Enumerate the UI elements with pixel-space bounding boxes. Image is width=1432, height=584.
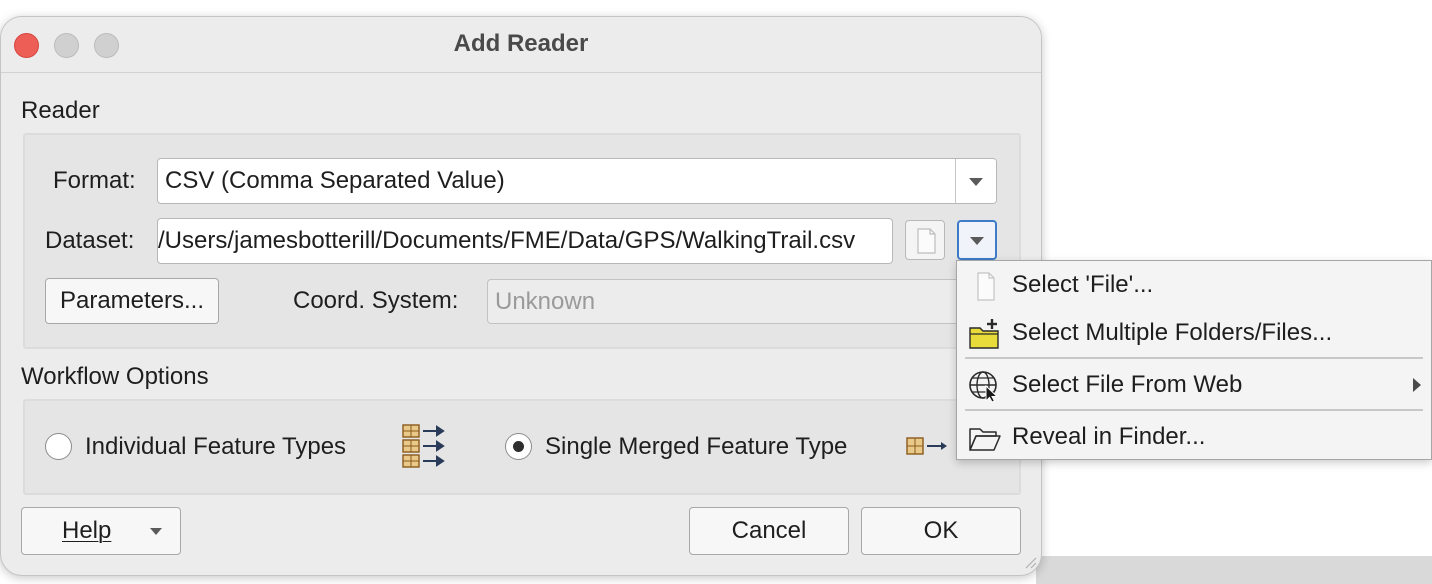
menu-separator xyxy=(965,409,1423,411)
dataset-value: /Users/jamesbotterill/Documents/FME/Data… xyxy=(158,227,856,254)
format-combobox[interactable]: CSV (Comma Separated Value) xyxy=(157,158,997,204)
blank-file-icon xyxy=(917,228,936,254)
format-label: Format: xyxy=(53,167,136,194)
individual-feature-types-radio[interactable] xyxy=(45,433,72,460)
add-reader-dialog: Add Reader Reader Format: CSV (Comma Sep… xyxy=(0,16,1042,576)
menu-item-label: Select Multiple Folders/Files... xyxy=(1012,319,1333,346)
submenu-arrow-icon xyxy=(1413,378,1421,392)
chevron-down-icon xyxy=(150,528,162,535)
workflow-options-label: Workflow Options xyxy=(21,363,209,390)
menu-item-label: Reveal in Finder... xyxy=(1012,423,1206,450)
folder-add-icon xyxy=(969,319,999,349)
coord-system-value: Unknown xyxy=(495,288,596,315)
blank-file-icon xyxy=(977,272,995,301)
coord-system-label: Coord. System: xyxy=(293,287,459,314)
individual-feature-types-label: Individual Feature Types xyxy=(85,433,347,460)
chevron-down-icon xyxy=(969,178,983,186)
menu-item-label: Select File From Web xyxy=(1012,371,1243,398)
desktop-background xyxy=(1036,556,1432,584)
help-button-label: Help xyxy=(62,517,112,544)
title-bar: Add Reader xyxy=(1,17,1041,73)
menu-separator xyxy=(965,357,1423,359)
cancel-button[interactable]: Cancel xyxy=(689,507,849,555)
single-merged-feature-type-radio[interactable] xyxy=(505,433,532,460)
format-value: CSV (Comma Separated Value) xyxy=(165,167,505,194)
menu-item-label: Select 'File'... xyxy=(1012,271,1154,298)
dataset-options-dropdown-button[interactable] xyxy=(957,220,997,260)
dataset-field[interactable]: /Users/jamesbotterill/Documents/FME/Data… xyxy=(157,218,893,264)
merged-feature-type-icon xyxy=(906,437,947,455)
folder-open-icon xyxy=(969,428,1001,451)
browse-file-button[interactable] xyxy=(905,220,945,260)
menu-item-select-from-web[interactable]: Select File From Web xyxy=(957,363,1431,407)
ok-button[interactable]: OK xyxy=(861,507,1021,555)
single-merged-feature-type-label: Single Merged Feature Type xyxy=(545,433,848,460)
window-title: Add Reader xyxy=(453,30,589,57)
dataset-label: Dataset: xyxy=(45,227,135,254)
format-dropdown-arrow[interactable] xyxy=(955,159,996,203)
menu-item-select-multiple[interactable]: Select Multiple Folders/Files... xyxy=(957,311,1431,355)
help-button[interactable]: Help xyxy=(21,507,181,555)
resize-grip-icon[interactable] xyxy=(1023,555,1037,569)
multiple-feature-types-icon xyxy=(402,424,445,468)
menu-item-select-file[interactable]: Select 'File'... xyxy=(957,263,1431,307)
globe-cursor-icon xyxy=(969,371,999,402)
chevron-down-icon xyxy=(970,237,984,245)
dataset-options-menu: Select 'File'... Select Multiple Folders… xyxy=(956,260,1432,460)
menu-item-reveal-in-finder[interactable]: Reveal in Finder... xyxy=(957,415,1431,459)
reader-section-label: Reader xyxy=(21,97,100,124)
parameters-button[interactable]: Parameters... xyxy=(45,278,219,324)
coord-system-field[interactable]: Unknown xyxy=(487,279,987,324)
